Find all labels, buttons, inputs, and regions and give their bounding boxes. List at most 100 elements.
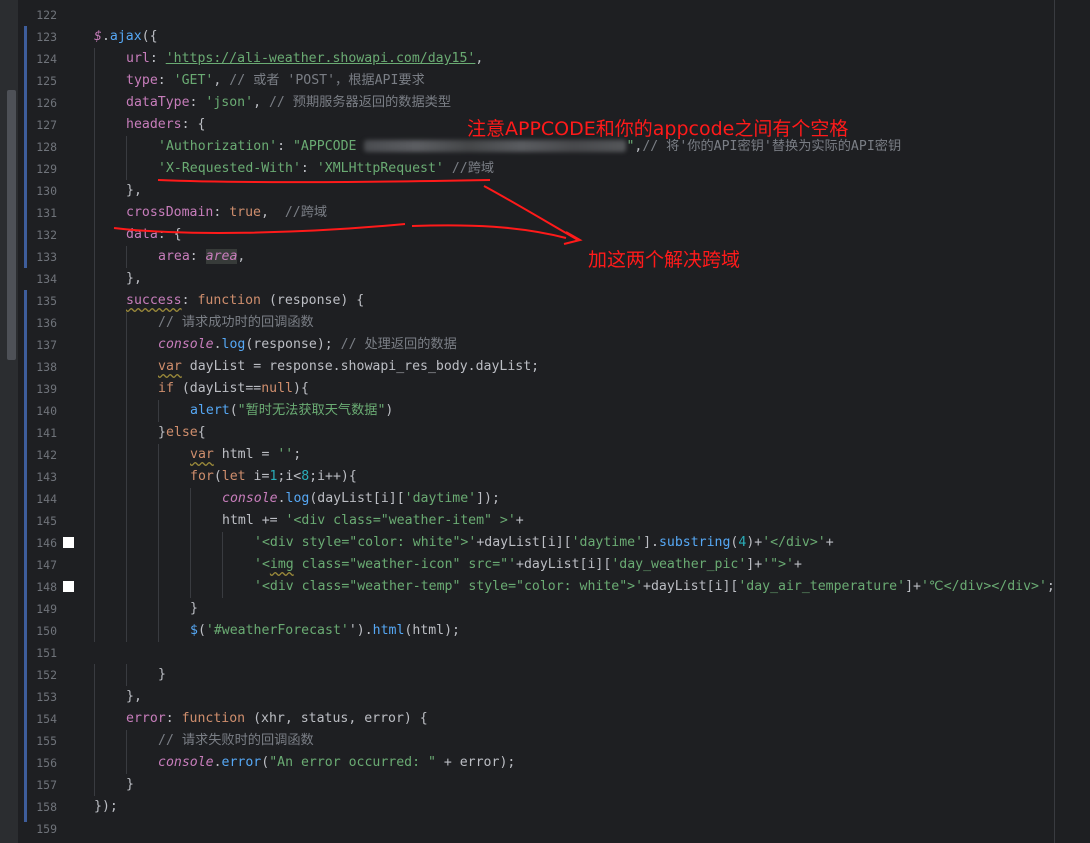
code-line[interactable]	[94, 642, 1090, 664]
scrollbar-thumb[interactable]	[7, 90, 16, 360]
indent-guide	[126, 664, 127, 686]
line-number[interactable]: 128	[27, 136, 57, 158]
code-line[interactable]: var html = '';	[94, 444, 1090, 466]
line-number[interactable]: 126	[27, 92, 57, 114]
line-number[interactable]: 139	[27, 378, 57, 400]
code-token: 'daytime'	[404, 491, 477, 506]
code-line[interactable]: crossDomain: true, //跨域	[94, 202, 1090, 224]
code-line[interactable]: }	[94, 598, 1090, 620]
code-line[interactable]: console.log(dayList[i]['daytime']);	[94, 488, 1090, 510]
line-number[interactable]: 134	[27, 268, 57, 290]
code-token: :	[189, 249, 206, 264]
line-number[interactable]: 147	[27, 554, 57, 576]
line-number[interactable]: 124	[27, 48, 57, 70]
code-token: {	[197, 425, 206, 440]
line-number[interactable]: 158	[27, 796, 57, 818]
line-number[interactable]: 153	[27, 686, 57, 708]
code-line[interactable]: html += '<div class="weather-item" >'+	[94, 510, 1090, 532]
indent-guide	[94, 466, 95, 488]
code-content: }	[158, 664, 166, 686]
code-token: (response) {	[268, 293, 365, 308]
code-line[interactable]: alert("暂时无法获取天气数据")	[94, 400, 1090, 422]
code-line[interactable]: dataType: 'json', // 预期服务器返回的数据类型	[94, 92, 1090, 114]
line-number[interactable]: 132	[27, 224, 57, 246]
indent-guide	[94, 268, 95, 290]
indent-guide	[158, 400, 159, 422]
line-number[interactable]: 157	[27, 774, 57, 796]
code-line[interactable]: }else{	[94, 422, 1090, 444]
line-number[interactable]: 137	[27, 334, 57, 356]
code-line[interactable]: $.ajax({	[94, 26, 1090, 48]
code-line[interactable]: console.log(response); // 处理返回的数据	[94, 334, 1090, 356]
code-token: for	[190, 469, 214, 484]
editor-scrollbar[interactable]	[0, 0, 18, 843]
line-number[interactable]: 149	[27, 598, 57, 620]
code-content: }	[126, 774, 134, 796]
code-token: 'GET'	[173, 73, 214, 88]
code-line[interactable]: '<div style="color: white">'+dayList[i][…	[94, 532, 1090, 554]
line-number[interactable]: 138	[27, 356, 57, 378]
code-line[interactable]: $('#weatherForecast'').html(html);	[94, 620, 1090, 642]
code-line[interactable]: success: function (response) {	[94, 290, 1090, 312]
code-line[interactable]: if (dayList==null){	[94, 378, 1090, 400]
line-number[interactable]: 125	[27, 70, 57, 92]
line-number[interactable]: 154	[27, 708, 57, 730]
code-token: img	[269, 557, 294, 572]
code-token: +	[793, 557, 802, 572]
code-line[interactable]: 'X-Requested-With': 'XMLHttpRequest' //跨…	[94, 158, 1090, 180]
line-number[interactable]: 150	[27, 620, 57, 642]
code-line[interactable]: }	[94, 664, 1090, 686]
line-number[interactable]: 130	[27, 180, 57, 202]
code-line[interactable]: }	[94, 774, 1090, 796]
line-number[interactable]: 156	[27, 752, 57, 774]
indent-guide	[94, 598, 95, 620]
code-token: // 请求成功时的回调函数	[158, 315, 314, 330]
code-line[interactable]: },	[94, 686, 1090, 708]
code-line[interactable]: type: 'GET', // 或者 'POST'，根据API要求	[94, 70, 1090, 92]
code-line[interactable]: '<div class="weather-temp" style="color:…	[94, 576, 1090, 598]
line-number[interactable]: 143	[27, 466, 57, 488]
code-content: headers: {	[126, 114, 205, 136]
line-number[interactable]: 144	[27, 488, 57, 510]
line-number[interactable]: 123	[27, 26, 57, 48]
code-line[interactable]: },	[94, 180, 1090, 202]
code-token: ,	[475, 51, 484, 66]
line-number[interactable]: 131	[27, 202, 57, 224]
line-number[interactable]: 140	[27, 400, 57, 422]
breakpoint-marker[interactable]	[63, 537, 74, 548]
line-number[interactable]: 159	[27, 818, 57, 840]
line-number[interactable]: 142	[27, 444, 57, 466]
code-line[interactable]: // 请求成功时的回调函数	[94, 312, 1090, 334]
line-number[interactable]: 148	[27, 576, 57, 598]
line-number[interactable]: 155	[27, 730, 57, 752]
code-line[interactable]: });	[94, 796, 1090, 818]
code-line[interactable]: // 请求失败时的回调函数	[94, 730, 1090, 752]
line-number[interactable]: 136	[27, 312, 57, 334]
line-number[interactable]: 145	[27, 510, 57, 532]
line-number[interactable]: 141	[27, 422, 57, 444]
code-line[interactable]	[94, 818, 1090, 840]
line-number[interactable]: 146	[27, 532, 57, 554]
line-number[interactable]: 135	[27, 290, 57, 312]
code-line[interactable]: data: {	[94, 224, 1090, 246]
line-number[interactable]: 129	[27, 158, 57, 180]
line-number[interactable]: 122	[27, 4, 57, 26]
line-number[interactable]: 127	[27, 114, 57, 136]
code-content: });	[94, 796, 118, 818]
code-line[interactable]: '<img class="weather-icon" src="'+dayLis…	[94, 554, 1090, 576]
code-line[interactable]: error: function (xhr, status, error) {	[94, 708, 1090, 730]
code-line[interactable]: url: 'https://ali-weather.showapi.com/da…	[94, 48, 1090, 70]
code-line[interactable]	[94, 4, 1090, 26]
code-token: log	[221, 337, 246, 352]
line-number[interactable]: 151	[27, 642, 57, 664]
breakpoint-marker[interactable]	[63, 581, 74, 592]
line-number[interactable]: 133	[27, 246, 57, 268]
code-line[interactable]: console.error("An error occurred: " + er…	[94, 752, 1090, 774]
code-token: )	[385, 403, 394, 418]
code-token: :	[300, 161, 317, 176]
code-line[interactable]: var dayList = response.showapi_res_body.…	[94, 356, 1090, 378]
code-line[interactable]: for(let i=1;i<8;i++){	[94, 466, 1090, 488]
indent-guide	[94, 224, 95, 246]
line-number[interactable]: 152	[27, 664, 57, 686]
